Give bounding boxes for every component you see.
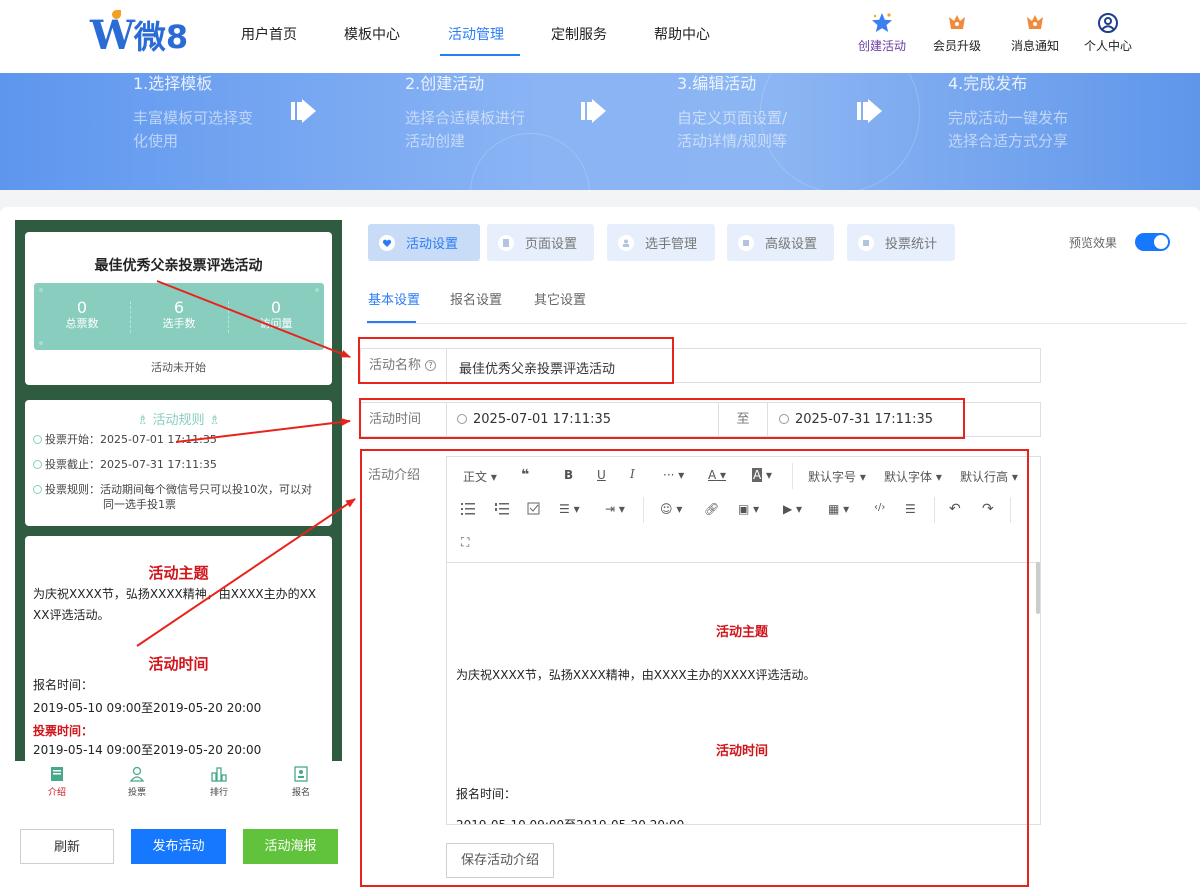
arrow-to-time [175, 418, 351, 443]
annotation-arrows [136, 280, 356, 647]
arrow-to-name [156, 280, 351, 358]
arrow-to-intro [136, 498, 356, 647]
page-root: { "logo": {"text": "微8"}, "nav": { "item… [0, 0, 1200, 893]
